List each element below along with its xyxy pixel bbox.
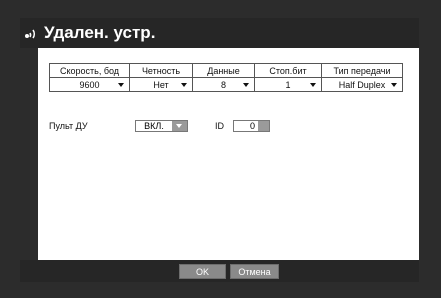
header-stop-bits: Стоп.бит: [254, 63, 322, 78]
stop-bits-value: 1: [285, 79, 291, 90]
header-transmission-type: Тип передачи: [321, 63, 403, 78]
baud-rate-value: 9600: [79, 79, 100, 90]
parity-value: Нет: [153, 79, 169, 90]
dialog-title-text: Удален. устр.: [44, 23, 156, 42]
chevron-down-icon: [176, 124, 182, 128]
table-header-row: Скорость, бод Четность Данные Стоп.бит Т…: [49, 63, 403, 78]
serial-settings-table: Скорость, бод Четность Данные Стоп.бит Т…: [49, 63, 403, 92]
id-value: 0: [249, 121, 255, 131]
data-bits-value: 8: [220, 79, 226, 90]
remote-control-value: ВКЛ.: [144, 121, 164, 131]
table-value-row: 9600 Нет 8 1 Half Duplex: [49, 77, 403, 92]
dropdown-button[interactable]: [172, 121, 187, 131]
header-baud-rate: Скорость, бод: [49, 63, 130, 78]
header-data-bits: Данные: [192, 63, 255, 78]
remote-control-select[interactable]: ВКЛ.: [135, 120, 188, 132]
transmission-type-value: Half Duplex: [338, 79, 386, 90]
baud-rate-dropdown[interactable]: 9600: [49, 77, 130, 92]
cancel-button[interactable]: Отмена: [230, 264, 279, 279]
ok-button[interactable]: OK: [179, 264, 226, 279]
parity-dropdown[interactable]: Нет: [129, 77, 193, 92]
dialog-title: Удален. устр.: [24, 21, 155, 45]
chevron-down-icon: [118, 83, 124, 87]
transmission-type-dropdown[interactable]: Half Duplex: [321, 77, 403, 92]
chevron-down-icon: [310, 83, 316, 87]
chevron-down-icon: [181, 83, 187, 87]
stop-bits-dropdown[interactable]: 1: [254, 77, 322, 92]
chevron-down-icon: [391, 83, 397, 87]
header-parity: Четность: [129, 63, 193, 78]
chevron-down-icon: [243, 83, 249, 87]
data-bits-dropdown[interactable]: 8: [192, 77, 255, 92]
remote-signal-icon: [25, 29, 36, 39]
spin-down-icon[interactable]: [258, 126, 269, 131]
id-label: ID: [215, 121, 224, 131]
remote-control-label: Пульт ДУ: [49, 121, 88, 131]
id-spinner[interactable]: 0: [233, 120, 270, 132]
